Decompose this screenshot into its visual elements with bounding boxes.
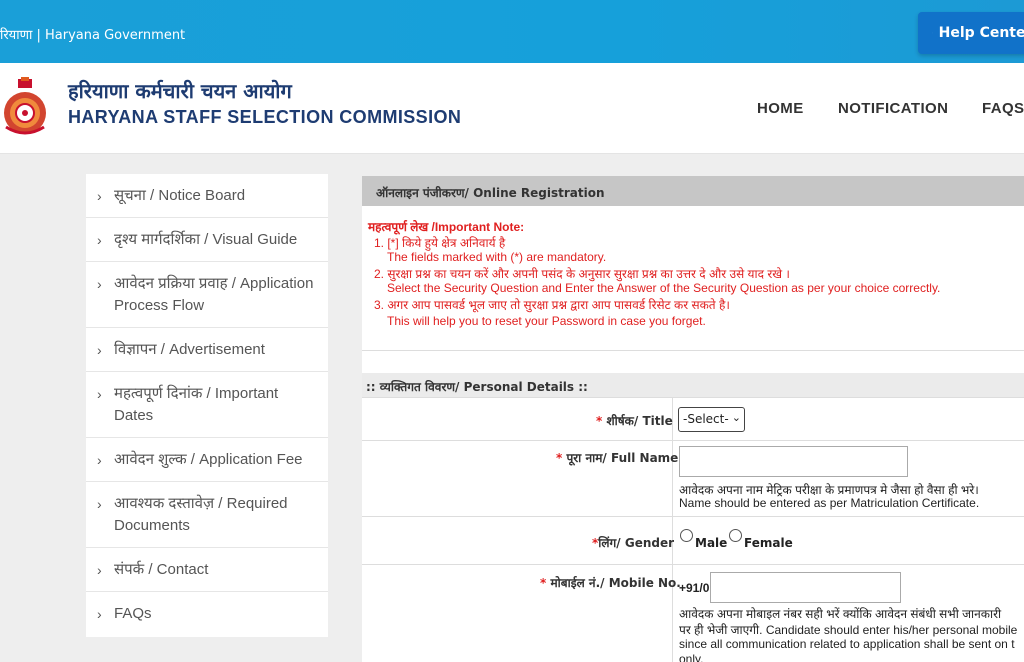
phone-icon xyxy=(932,32,933,34)
note-line: 1. [*] किये हुये क्षेत्र अनिवार्य है xyxy=(374,236,506,250)
sidebar-item-label: महत्वपूर्ण दिनांक / Important xyxy=(114,385,279,402)
divider xyxy=(362,440,1024,441)
divider xyxy=(672,397,673,662)
registration-panel: ऑनलाइन पंजीकरण/ Online Registration महत्… xyxy=(362,176,1024,662)
note-line: The fields marked with (*) are mandatory… xyxy=(387,250,607,264)
sidebar-item-label: सूचना / Notice Board xyxy=(114,187,246,204)
mobile-hint-line: since all communication related to appli… xyxy=(679,637,1015,651)
sidebar-item-label: आवेदन शुल्क / Application Fee xyxy=(114,451,303,468)
help-center-label: Help Center: xyxy=(938,25,1024,41)
full-name-input[interactable] xyxy=(679,446,908,477)
note-line: Select the Security Question and Enter t… xyxy=(387,281,941,295)
sidebar-item-label: आवेदन प्रक्रिया प्रवाह / Application xyxy=(114,275,314,292)
sidebar-item-label: Process Flow xyxy=(114,297,205,314)
mobile-prefix: +91/0 xyxy=(679,581,710,595)
sidebar-item-application-process-flow[interactable]: › आवेदन प्रक्रिया प्रवाह / Application P… xyxy=(86,262,328,328)
sidebar-item-advertisement[interactable]: › विज्ञापन / Advertisement xyxy=(86,328,328,372)
chevron-right-icon: › xyxy=(97,496,102,512)
note-line: 3. अगर आप पासवर्ड भूल जाए तो सुरक्षा प्र… xyxy=(374,298,730,312)
top-bar: रियाणा | Haryana Government Help Center: xyxy=(0,0,1024,63)
note-line: 2. सुरक्षा प्रश्न का चयन करें और अपनी पस… xyxy=(374,267,790,281)
title-select[interactable]: -Select- ⌄ xyxy=(678,407,745,432)
gender-male-radio[interactable] xyxy=(680,529,693,542)
chevron-right-icon: › xyxy=(97,386,102,402)
sidebar-item-important-dates[interactable]: › महत्वपूर्ण दिनांक / Important Dates xyxy=(86,372,328,438)
org-name-hindi: हरियाणा कर्मचारी चयन आयोग xyxy=(68,79,292,103)
sidebar-item-label: संपर्क / Contact xyxy=(114,561,209,578)
divider xyxy=(362,564,1024,565)
government-label: रियाणा | Haryana Government xyxy=(0,28,186,43)
title-select-value: -Select- xyxy=(683,412,729,426)
sidebar-item-required-documents[interactable]: › आवश्यक दस्तावेज़ / Required Documents xyxy=(86,482,328,548)
sidebar-item-label: दृश्य मार्गदर्शिका / Visual Guide xyxy=(114,231,298,248)
chevron-right-icon: › xyxy=(97,452,102,468)
full-name-hint-english: Name should be entered as per Matriculat… xyxy=(679,496,980,510)
chevron-right-icon: › xyxy=(97,188,102,204)
mobile-hint-line: only. xyxy=(679,652,704,662)
gender-female-radio[interactable] xyxy=(729,529,742,542)
note-title: महत्वपूर्ण लेख /Important Note: xyxy=(368,220,525,234)
sidebar-item-label: विज्ञापन / Advertisement xyxy=(114,341,265,358)
sidebar-item-faqs[interactable]: › FAQs xyxy=(86,592,328,637)
chevron-down-icon: ⌄ xyxy=(731,411,741,424)
sidebar-item-application-fee[interactable]: › आवेदन शुल्क / Application Fee xyxy=(86,438,328,482)
chevron-right-icon: › xyxy=(97,342,102,358)
site-header: हरियाणा कर्मचारी चयन आयोग HARYANA STAFF … xyxy=(0,63,1024,154)
mobile-hint-line: आवेदक अपना मोबाइल नंबर सही भरें क्योंकि … xyxy=(679,607,1002,621)
chevron-right-icon: › xyxy=(97,276,102,292)
sidebar-menu: › सूचना / Notice Board › दृश्य मार्गदर्श… xyxy=(86,174,328,637)
mobile-label: * मोबाईल नं./ Mobile No. xyxy=(540,576,681,590)
sidebar-item-label: FAQs xyxy=(114,605,152,622)
divider xyxy=(362,516,1024,517)
chevron-right-icon: › xyxy=(97,562,102,578)
sidebar-item-label: Documents xyxy=(114,517,190,534)
gender-female-label: Female xyxy=(744,536,793,550)
divider xyxy=(362,397,1024,398)
sidebar-item-notice-board[interactable]: › सूचना / Notice Board xyxy=(86,174,328,218)
title-label: * शीर्षक/ Title xyxy=(596,414,673,428)
help-center-button[interactable]: Help Center: xyxy=(918,12,1024,54)
nav-home[interactable]: HOME xyxy=(757,100,804,117)
note-line: This will help you to reset your Passwor… xyxy=(387,314,706,328)
mobile-hint-line: पर ही भेजी जाएगी. Candidate should enter… xyxy=(679,623,1018,637)
important-note-box: महत्वपूर्ण लेख /Important Note: 1. [*] क… xyxy=(362,206,1024,351)
org-name-english: HARYANA STAFF SELECTION COMMISSION xyxy=(68,107,462,127)
sidebar-item-visual-guide[interactable]: › दृश्य मार्गदर्शिका / Visual Guide xyxy=(86,218,328,262)
sidebar-item-label: आवश्यक दस्तावेज़ / Required xyxy=(114,495,288,512)
nav-notification[interactable]: NOTIFICATION xyxy=(838,100,948,117)
haryana-emblem-logo[interactable] xyxy=(0,77,50,139)
sidebar-item-contact[interactable]: › संपर्क / Contact xyxy=(86,548,328,592)
chevron-right-icon: › xyxy=(97,606,102,622)
personal-details-heading: :: व्यक्तिगत विवरण/ Personal Details :: xyxy=(362,373,1024,397)
chevron-right-icon: › xyxy=(97,232,102,248)
gender-label: *लिंग/ Gender xyxy=(592,536,675,550)
sidebar-item-label: Dates xyxy=(114,407,154,424)
panel-title: ऑनलाइन पंजीकरण/ Online Registration xyxy=(362,176,1024,206)
nav-faqs[interactable]: FAQS xyxy=(982,100,1024,117)
mobile-input[interactable] xyxy=(710,572,901,603)
gender-male-label: Male xyxy=(695,536,728,550)
full-name-label: * पूरा नाम/ Full Name xyxy=(556,451,679,465)
